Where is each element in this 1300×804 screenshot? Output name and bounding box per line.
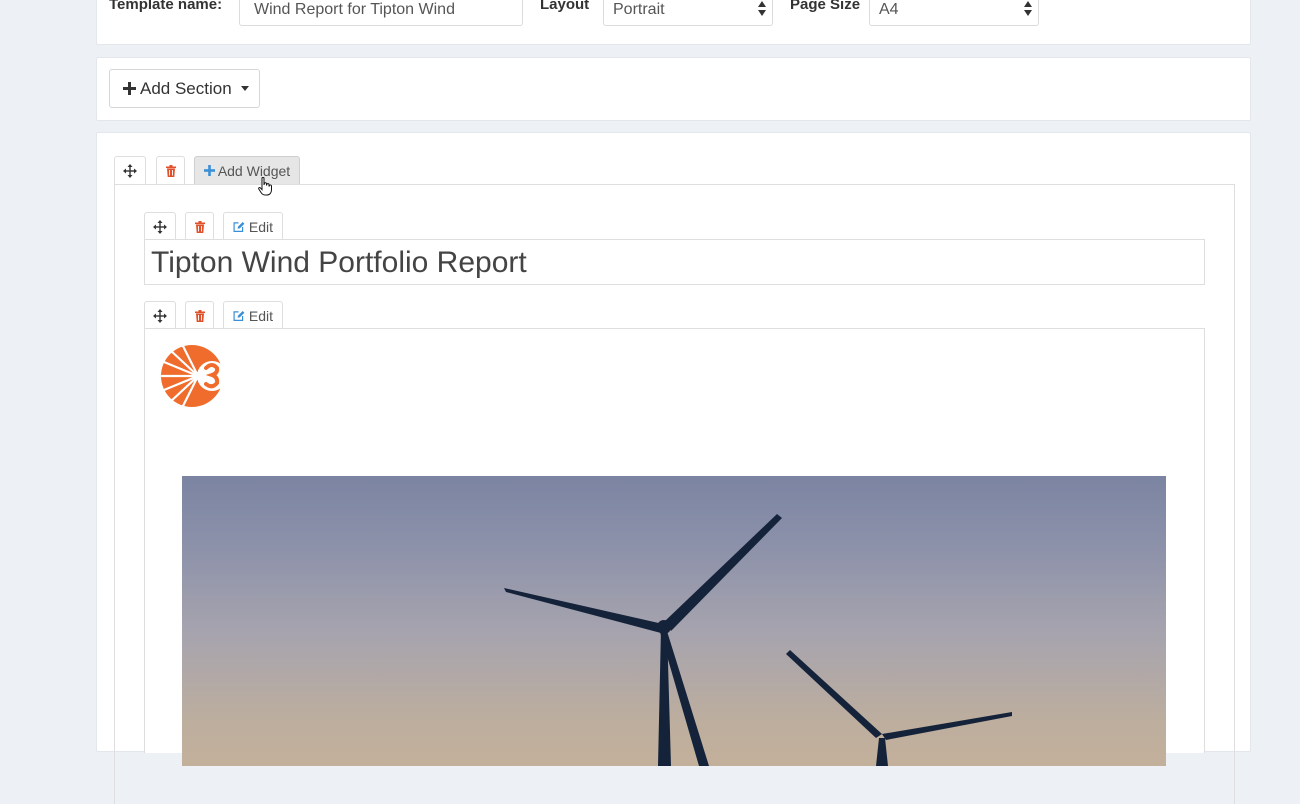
image-widget-move-handle[interactable] [144,301,176,329]
caret-down-icon [240,86,249,91]
hand-pointer-icon [258,177,272,196]
plus-icon [203,165,215,176]
section-delete-button[interactable] [156,156,185,184]
section-move-handle[interactable] [114,156,146,184]
add-section-label: Add Section [140,78,232,98]
move-arrows-icon [153,219,167,234]
template-name-input[interactable]: Wind Report for Tipton Wind [239,0,523,26]
layout-label: Layout [540,0,590,13]
wind-turbine-illustration [504,514,1012,766]
trash-icon [194,220,205,233]
select-arrows-icon [758,1,766,16]
title-widget-edit-button[interactable]: Edit [223,212,283,240]
plus-icon [123,82,136,95]
company-logo [161,345,225,408]
page-size-select-value: A4 [879,1,899,18]
page-size-select[interactable]: A4 [869,0,1039,26]
edit-label: Edit [248,307,273,324]
add-widget-label: Add Widget [217,162,291,179]
report-canvas: Add Widget Edit Tipton Wind Portfolio Re… [96,132,1251,804]
trash-icon [165,164,176,177]
page-size-label: Page Size [790,0,861,13]
select-arrows-icon [1024,1,1032,16]
add-section-panel: Add Section [96,57,1251,121]
image-widget[interactable] [144,328,1205,766]
pencil-square-icon [233,310,245,321]
add-section-button[interactable]: Add Section [109,69,260,108]
add-widget-button[interactable]: Add Widget [194,156,300,184]
title-widget-delete-button[interactable] [185,212,214,240]
image-widget-edit-button[interactable]: Edit [223,301,283,329]
wind-turbine-photo [182,476,1166,766]
template-name-label: Template name: [109,0,223,13]
template-settings-panel: Template name: Wind Report for Tipton Wi… [96,0,1251,45]
template-name-value: Wind Report for Tipton Wind [254,1,455,18]
title-widget-move-handle[interactable] [144,212,176,240]
move-arrows-icon [153,308,167,323]
layout-select-value: Portrait [613,1,665,18]
report-title-text: Tipton Wind Portfolio Report [151,246,527,279]
layout-select[interactable]: Portrait [603,0,773,26]
image-widget-delete-button[interactable] [185,301,214,329]
edit-label: Edit [248,218,273,235]
pencil-square-icon [233,221,245,232]
title-widget[interactable]: Tipton Wind Portfolio Report [144,239,1205,285]
trash-icon [194,309,205,322]
move-arrows-icon [123,163,137,178]
